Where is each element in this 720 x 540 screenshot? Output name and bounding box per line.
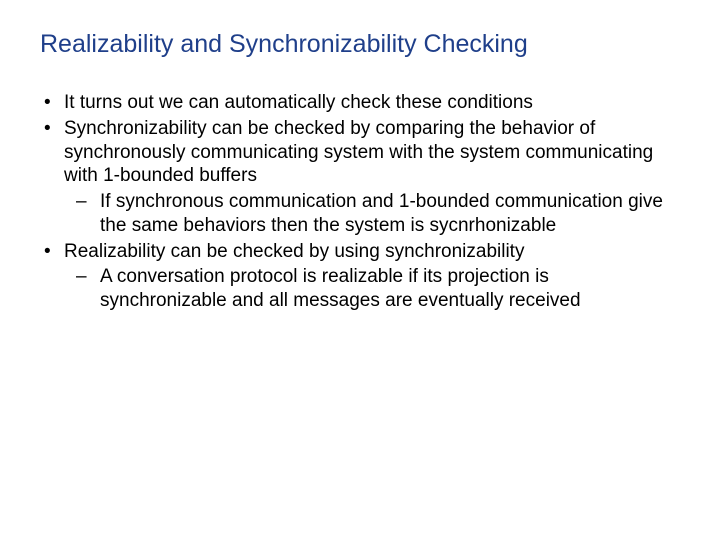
bullet-item: • Realizability can be checked by using … (40, 240, 680, 264)
sub-bullet-item: – If synchronous communication and 1-bou… (76, 190, 680, 238)
sub-bullet-text: If synchronous communication and 1-bound… (100, 190, 680, 238)
bullet-text: Synchronizability can be checked by comp… (64, 117, 680, 188)
bullet-marker: • (40, 91, 64, 115)
bullet-marker: • (40, 240, 64, 264)
bullet-marker: • (40, 117, 64, 188)
sub-bullet-text: A conversation protocol is realizable if… (100, 265, 680, 313)
bullet-item: • It turns out we can automatically chec… (40, 91, 680, 115)
bullet-text: Realizability can be checked by using sy… (64, 240, 680, 264)
dash-marker: – (76, 190, 100, 238)
slide-title: Realizability and Synchronizability Chec… (40, 30, 680, 59)
bullet-item: • Synchronizability can be checked by co… (40, 117, 680, 188)
bullet-text: It turns out we can automatically check … (64, 91, 680, 115)
slide-content: • It turns out we can automatically chec… (40, 91, 680, 313)
sub-bullet-item: – A conversation protocol is realizable … (76, 265, 680, 313)
dash-marker: – (76, 265, 100, 313)
